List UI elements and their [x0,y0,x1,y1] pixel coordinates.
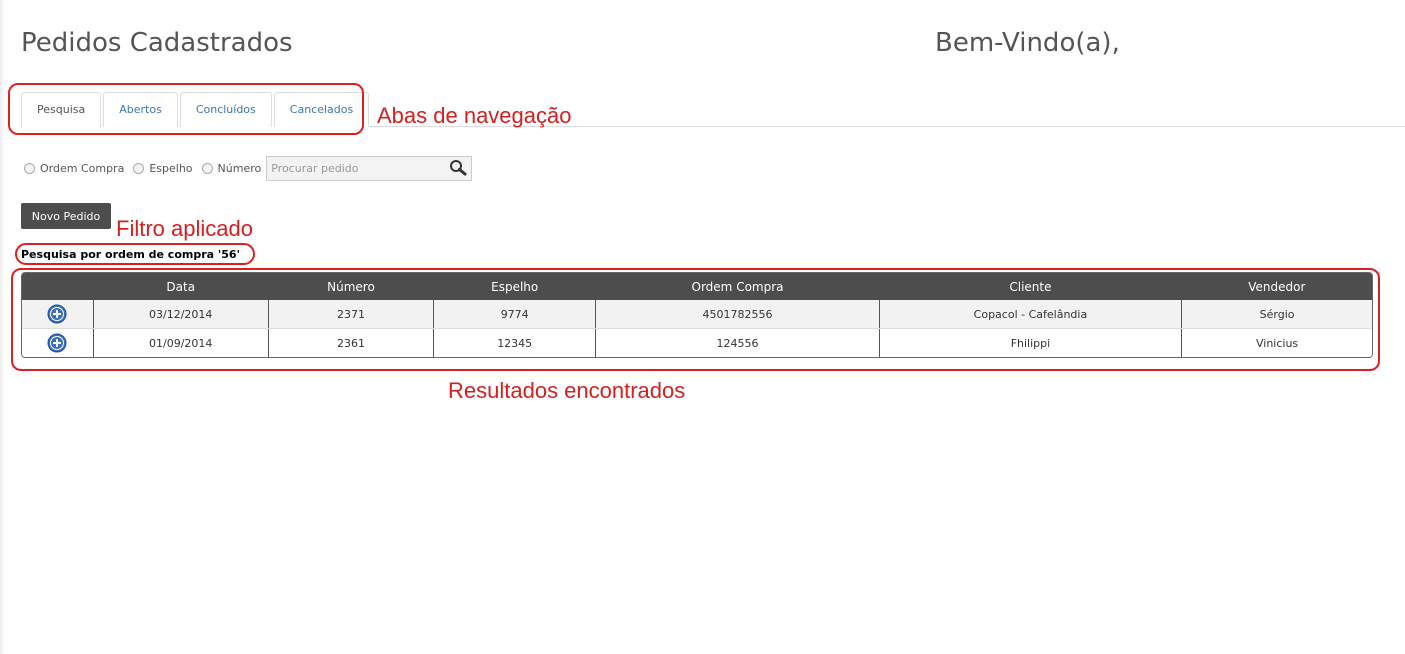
annotation-box-filter [15,243,255,265]
new-order-button[interactable]: Novo Pedido [21,203,111,229]
search-box [266,155,473,181]
search-input[interactable] [267,160,444,176]
annotation-label-results: Resultados encontrados [448,378,686,403]
welcome-text: Bem-Vindo(a), [935,28,1120,58]
search-filters: Ordem Compra Espelho Número [24,155,473,181]
filter-label: Ordem Compra [40,161,125,175]
filter-label: Número [217,161,262,175]
filter-ordem-compra[interactable]: Ordem Compra [24,162,124,175]
radio-numero[interactable] [201,162,213,174]
page-title: Pedidos Cadastrados [21,28,293,58]
annotation-label-tabs: Abas de navegação [377,103,572,128]
filter-espelho[interactable]: Espelho [133,161,193,175]
search-icon[interactable] [447,157,469,179]
annotation-box-tabs [8,83,364,135]
radio-ordem-compra[interactable] [24,162,35,174]
annotation-box-results [11,268,1380,371]
filter-numero[interactable]: Número [201,161,262,175]
filter-label: Espelho [149,161,193,175]
page-edge-shade [0,0,5,654]
radio-espelho[interactable] [133,162,145,174]
annotation-label-filter: Filtro aplicado [116,216,253,241]
